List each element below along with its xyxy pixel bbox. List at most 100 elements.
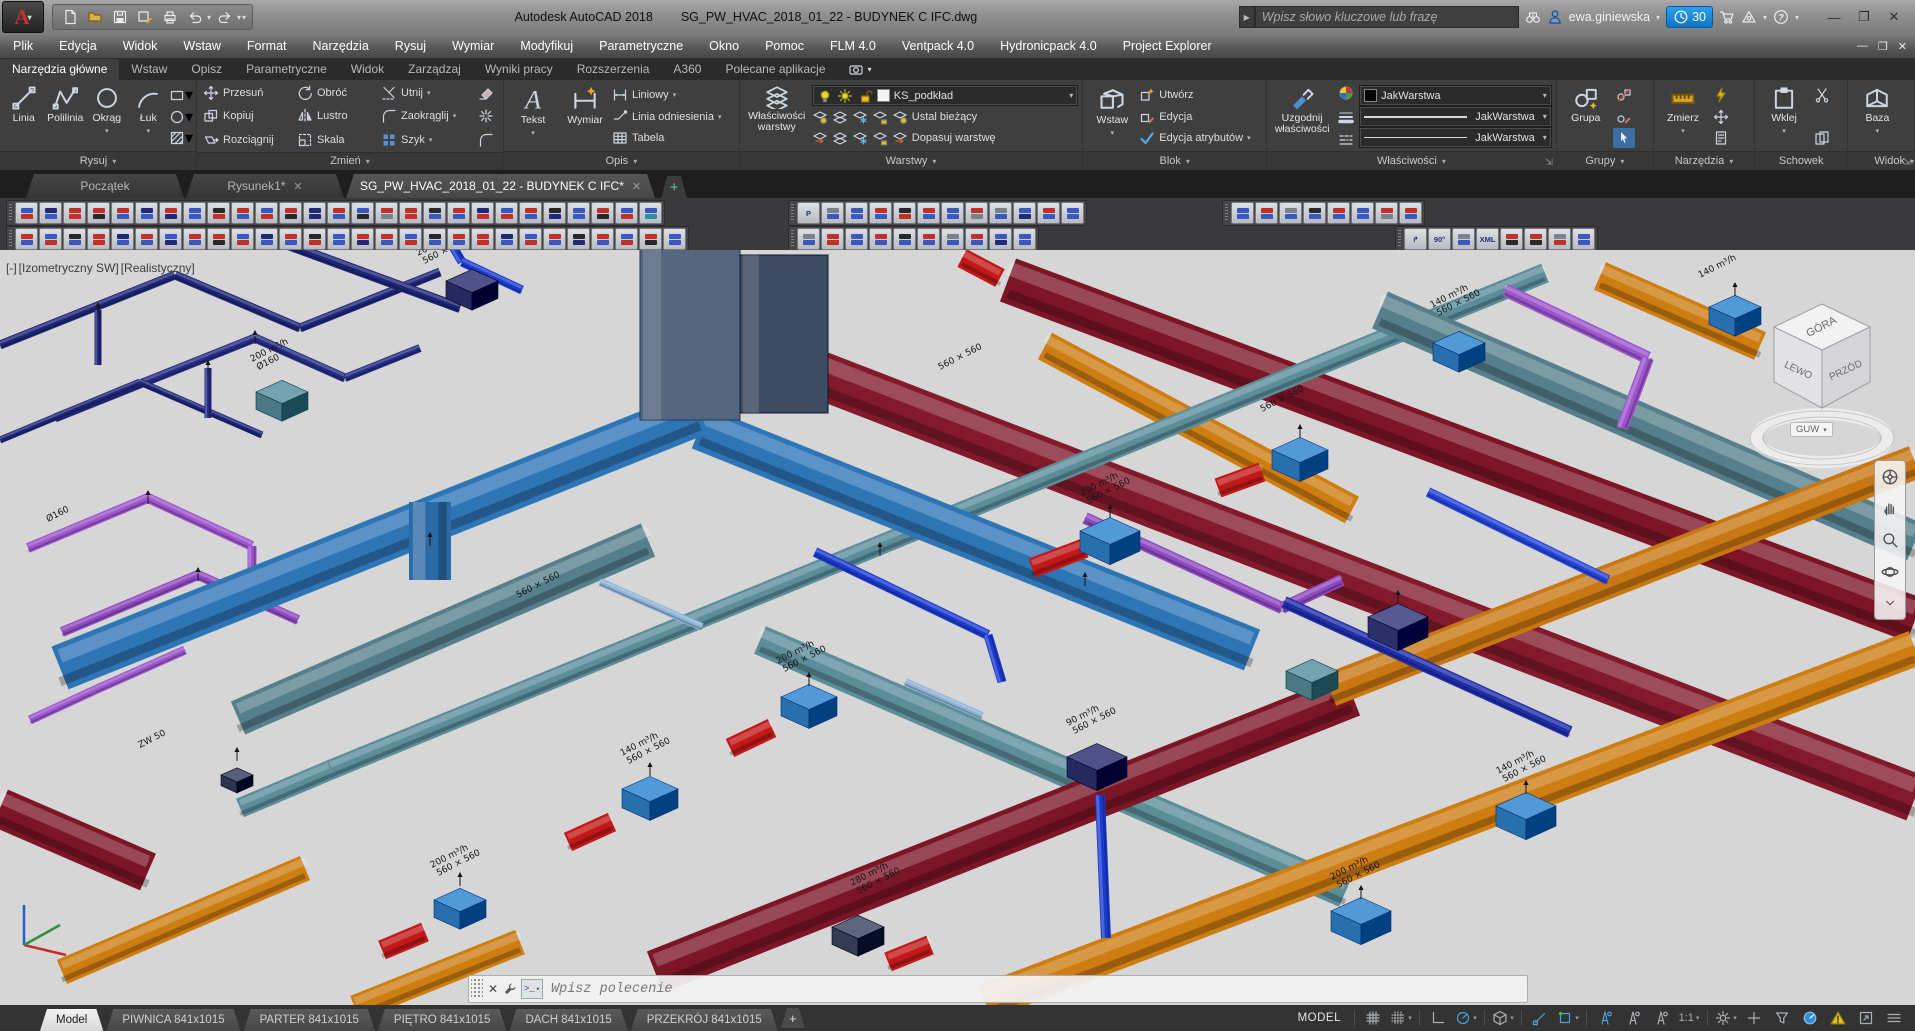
command-input[interactable]: Wpisz polecenie bbox=[543, 982, 1527, 997]
toolbar-button-icon[interactable] bbox=[845, 228, 868, 250]
clean-screen-icon[interactable] bbox=[1853, 1008, 1879, 1028]
toolbar-button-icon[interactable]: P bbox=[797, 202, 820, 224]
close-tab-icon[interactable]: ✕ bbox=[632, 180, 641, 193]
toolbar-button-icon[interactable] bbox=[495, 202, 518, 224]
toolbar-button-icon[interactable] bbox=[15, 228, 38, 250]
polyline-button[interactable]: Polilinia bbox=[46, 82, 86, 151]
toolbar-button-icon[interactable] bbox=[135, 202, 158, 224]
menu-narz-dzia[interactable]: Narzędzia bbox=[300, 39, 382, 53]
toolbar-button-icon[interactable] bbox=[135, 228, 158, 250]
toolbar-button-icon[interactable] bbox=[1375, 202, 1398, 224]
toolbar-button-icon[interactable] bbox=[1351, 202, 1374, 224]
toolbar-button-icon[interactable] bbox=[1231, 202, 1254, 224]
toolbar-button-icon[interactable] bbox=[1013, 202, 1036, 224]
command-prompt-icon[interactable]: >_▾ bbox=[521, 979, 543, 999]
toolbar-button-icon[interactable] bbox=[917, 228, 940, 250]
rotate-button[interactable]: Obróć bbox=[297, 83, 379, 103]
table-button[interactable]: Tabela bbox=[612, 128, 735, 148]
view-cube[interactable]: GÓRA LEWO PRZÓD bbox=[1740, 288, 1910, 483]
toolbar-button-icon[interactable] bbox=[1524, 228, 1547, 250]
layout-tab-piwnica-841x1015[interactable]: PIWNICA 841x1015 bbox=[106, 1009, 240, 1031]
zoom-icon[interactable] bbox=[1881, 531, 1899, 549]
toolbar-button-icon[interactable] bbox=[159, 202, 182, 224]
toolbar-button-icon[interactable] bbox=[639, 228, 662, 250]
toolbar-button-icon[interactable] bbox=[821, 228, 844, 250]
object-isolate-icon[interactable] bbox=[1769, 1008, 1795, 1028]
redo-icon[interactable] bbox=[214, 7, 236, 27]
store-cart-icon[interactable] bbox=[1719, 8, 1735, 26]
group-button[interactable]: Grupa bbox=[1561, 82, 1611, 151]
layer-properties-button[interactable]: Właściwości warstwy bbox=[744, 82, 810, 151]
toolbar-button-icon[interactable] bbox=[989, 202, 1012, 224]
panel-label-wlasciwosci[interactable]: Właściwości▾⇲ bbox=[1267, 151, 1556, 170]
toolbar-button-icon[interactable] bbox=[917, 202, 940, 224]
explode-button[interactable] bbox=[475, 106, 497, 126]
toolbar-button-icon[interactable] bbox=[797, 228, 820, 250]
toolbar-button-icon[interactable] bbox=[375, 202, 398, 224]
color-wheel-icon[interactable] bbox=[1338, 85, 1354, 101]
toolbar-button-icon[interactable] bbox=[231, 228, 254, 250]
menu-edycja[interactable]: Edycja bbox=[46, 39, 110, 53]
toolbar-button-icon[interactable] bbox=[87, 228, 110, 250]
window-minimize-button[interactable]: — bbox=[1819, 6, 1849, 28]
toolbar-button-icon[interactable] bbox=[447, 202, 470, 224]
a360-icon[interactable] bbox=[1741, 8, 1757, 26]
ribbon-tab-a360[interactable]: A360 bbox=[661, 59, 713, 80]
search-binoculars-icon[interactable] bbox=[1525, 8, 1541, 26]
toolbar-button-icon[interactable] bbox=[639, 202, 662, 224]
help-icon[interactable]: ? bbox=[1773, 8, 1789, 26]
toolbar-button-icon[interactable] bbox=[279, 228, 302, 250]
paste-button[interactable]: Wklej▾ bbox=[1759, 82, 1809, 151]
hvac-3d-model[interactable]: 200 m³/h560 × 560200 m³/h560 × 560140 m³… bbox=[0, 250, 1915, 1005]
ucs-selector[interactable]: GUW▾ bbox=[1790, 422, 1833, 437]
toolbar-button-icon[interactable] bbox=[423, 202, 446, 224]
ellipse-tool-icon[interactable]: ▾ bbox=[170, 107, 192, 127]
toolbar-button-icon[interactable] bbox=[543, 202, 566, 224]
toolbar-button-icon[interactable] bbox=[591, 228, 614, 250]
menu-wymiar[interactable]: Wymiar bbox=[439, 39, 507, 53]
status-customize-icon[interactable] bbox=[1881, 1008, 1907, 1028]
panel-label-widok[interactable]: Widok▾⇲ bbox=[1848, 151, 1914, 170]
viewport-visual-style-control[interactable]: [Realistyczny] bbox=[121, 261, 195, 275]
toolbar-button-icon[interactable] bbox=[893, 228, 916, 250]
toolbar-button-icon[interactable] bbox=[39, 228, 62, 250]
panel-label-opis[interactable]: Opis▾ bbox=[504, 151, 739, 170]
menu-widok[interactable]: Widok bbox=[110, 39, 171, 53]
command-wrench-icon[interactable] bbox=[504, 980, 517, 998]
ungroup-icon[interactable] bbox=[1613, 85, 1635, 105]
match-layer-button[interactable]: Dopasuj warstwę bbox=[812, 128, 1079, 148]
toolbar-button-icon[interactable] bbox=[495, 228, 518, 250]
screencast-camera-icon[interactable] bbox=[848, 60, 864, 78]
toolbar-button-icon[interactable] bbox=[1303, 202, 1326, 224]
qat-customize-caret[interactable]: ▾ bbox=[242, 13, 246, 22]
menu-okno[interactable]: Okno bbox=[696, 39, 752, 53]
toolbar-button-icon[interactable]: ↱ bbox=[1404, 228, 1427, 250]
toolbar-button-icon[interactable] bbox=[1572, 228, 1595, 250]
plot-icon[interactable] bbox=[159, 7, 181, 27]
toolbar-button-icon[interactable] bbox=[471, 228, 494, 250]
panel-label-rysuj[interactable]: Rysuj▾ bbox=[0, 151, 196, 170]
toolbar-button-icon[interactable] bbox=[111, 228, 134, 250]
toolbar-button-icon[interactable] bbox=[821, 202, 844, 224]
toolbar-button-icon[interactable] bbox=[87, 202, 110, 224]
toolbar-button-icon[interactable] bbox=[351, 202, 374, 224]
leader-button[interactable]: Linia odniesienia▾ bbox=[612, 107, 735, 127]
toolbar-button-icon[interactable] bbox=[1013, 228, 1036, 250]
toolbar-button-icon[interactable] bbox=[893, 202, 916, 224]
command-line-grip[interactable] bbox=[471, 979, 483, 999]
fade-button[interactable] bbox=[475, 130, 497, 150]
toolbar-button-icon[interactable] bbox=[399, 228, 422, 250]
lineweight-combobox[interactable]: JakWarstwa▾ bbox=[1359, 106, 1552, 127]
toolbar-button-icon[interactable] bbox=[207, 228, 230, 250]
insert-block-button[interactable]: Wstaw▾ bbox=[1087, 82, 1137, 151]
panel-label-warstwy[interactable]: Warstwy▾ bbox=[740, 151, 1083, 170]
toolbar-button-icon[interactable] bbox=[399, 202, 422, 224]
toolbar-button-icon[interactable] bbox=[303, 202, 326, 224]
doc-minimize-button[interactable]: — bbox=[1857, 40, 1868, 53]
pan-icon[interactable] bbox=[1881, 499, 1899, 517]
toolbar-button-icon[interactable] bbox=[567, 228, 590, 250]
circle-button[interactable]: Okrąg▾ bbox=[87, 82, 127, 151]
scale-button[interactable]: Skala bbox=[297, 130, 379, 150]
toolbar-button-icon[interactable] bbox=[471, 202, 494, 224]
arc-button[interactable]: Łuk▾ bbox=[129, 82, 169, 151]
